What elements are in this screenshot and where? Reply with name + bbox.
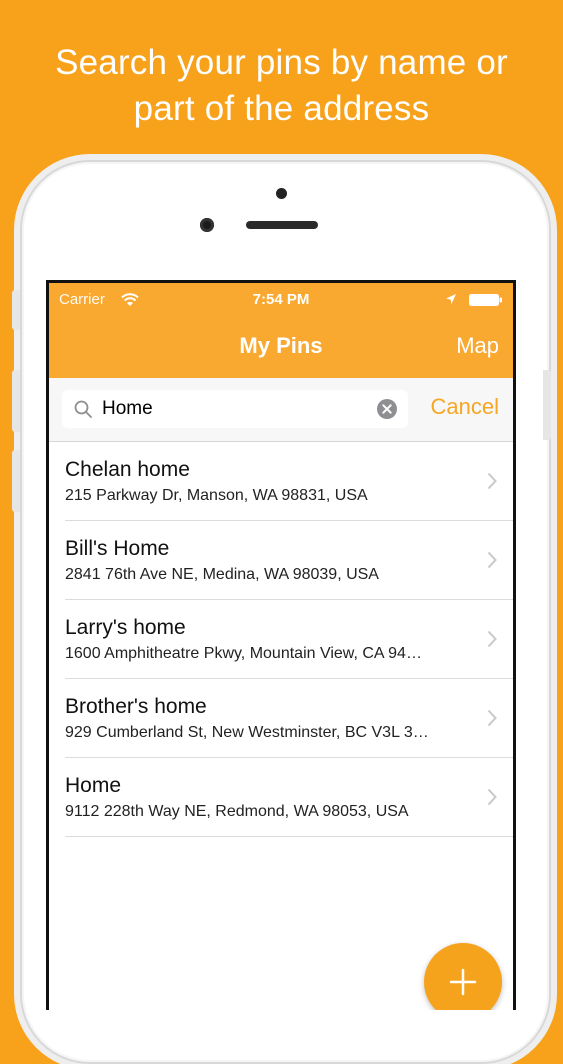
pin-address: 929 Cumberland St, New Westminster, BC V… <box>65 724 429 741</box>
phone-mute-switch <box>12 290 20 330</box>
map-button[interactable]: Map <box>456 333 499 359</box>
phone-sensor <box>276 188 287 199</box>
pin-address: 1600 Amphitheatre Pkwy, Mountain View, C… <box>65 645 422 662</box>
pin-row[interactable]: Bill's Home 2841 76th Ave NE, Medina, WA… <box>65 521 513 600</box>
search-icon <box>74 400 92 418</box>
pin-row[interactable]: Brother's home 929 Cumberland St, New We… <box>65 679 513 758</box>
pin-name: Brother's home <box>65 695 207 718</box>
search-input[interactable] <box>102 390 362 428</box>
location-arrow-icon <box>446 294 456 304</box>
chevron-right-icon <box>487 472 497 490</box>
app-screen: Carrier 7:54 PM My Pins Map Home Cancel … <box>49 283 513 1010</box>
pin-row[interactable]: Home 9112 228th Way NE, Redmond, WA 9805… <box>65 758 513 837</box>
page-title: My Pins <box>239 333 323 358</box>
pin-name: Home <box>65 774 122 797</box>
phone-volume-down <box>12 450 20 512</box>
plus-icon <box>449 968 477 996</box>
phone-screen: Carrier 7:54 PM My Pins Map Home Cancel … <box>46 280 516 1010</box>
chevron-right-icon <box>487 551 497 569</box>
status-bar: Carrier 7:54 PM <box>49 291 513 311</box>
battery-icon <box>469 294 502 306</box>
pin-name: Bill's Home <box>65 537 170 560</box>
phone-speaker <box>246 221 318 229</box>
chevron-right-icon <box>487 788 497 806</box>
pin-address: 2841 76th Ave NE, Medina, WA 98039, USA <box>65 566 379 583</box>
pin-row[interactable]: Larry's home 1600 Amphitheatre Pkwy, Mou… <box>65 600 513 679</box>
phone-volume-up <box>12 370 20 432</box>
search-field[interactable] <box>62 390 408 428</box>
pin-address: 9112 228th Way NE, Redmond, WA 98053, US… <box>65 803 409 820</box>
pin-name: Chelan home <box>65 458 190 481</box>
headline-line-2: part of the address <box>133 89 430 128</box>
chevron-right-icon <box>487 709 497 727</box>
pin-address: 215 Parkway Dr, Manson, WA 98831, USA <box>65 487 368 504</box>
status-time: 7:54 PM <box>252 291 310 308</box>
chevron-right-icon <box>487 630 497 648</box>
clear-icon[interactable] <box>377 399 397 419</box>
headline-line-1: Search your pins by name or <box>55 43 508 82</box>
cancel-button[interactable]: Cancel <box>431 394 499 420</box>
pin-row[interactable]: Chelan home 215 Parkway Dr, Manson, WA 9… <box>65 442 513 521</box>
search-bar: Cancel <box>49 378 513 442</box>
marketing-headline: Search your pins by name or part of the … <box>0 40 563 132</box>
phone-camera <box>200 218 214 232</box>
phone-power-button <box>543 370 551 440</box>
pins-list: Chelan home 215 Parkway Dr, Manson, WA 9… <box>49 442 513 837</box>
pin-name: Larry's home <box>65 616 186 639</box>
navigation-bar: Carrier 7:54 PM My Pins Map <box>49 283 513 378</box>
